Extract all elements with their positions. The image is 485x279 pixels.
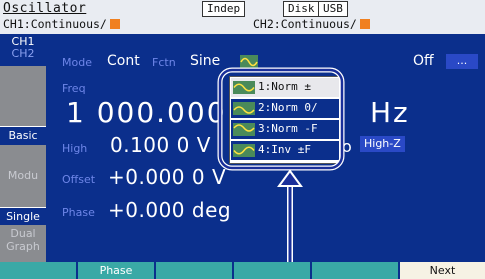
softkey-1[interactable] — [0, 262, 76, 279]
softkey-5[interactable] — [312, 262, 398, 279]
callout-arrow-head — [277, 169, 303, 187]
softkey-next[interactable]: Next — [400, 262, 485, 279]
softkey-4[interactable] — [234, 262, 310, 279]
softkey-3[interactable] — [156, 262, 232, 279]
softkey-phase[interactable]: Phase — [78, 262, 154, 279]
callout-frame — [217, 67, 345, 171]
callout-overlay — [217, 67, 345, 279]
